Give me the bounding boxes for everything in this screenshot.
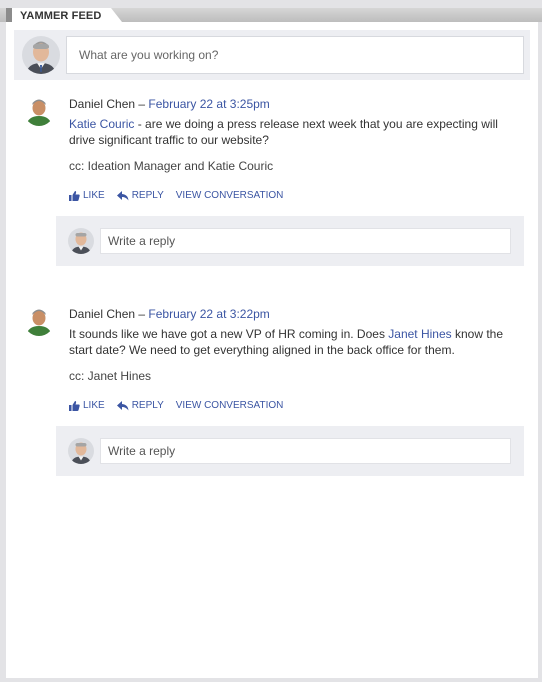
view-conversation-label: VIEW CONVERSATION <box>175 190 284 201</box>
feed-title: YAMMER FEED <box>20 10 102 22</box>
post-message: Katie Couric - are we doing a press rele… <box>69 116 519 148</box>
author-line: Daniel Chen – February 22 at 3:22pm <box>69 306 519 322</box>
reply-box: Write a reply <box>56 426 524 476</box>
reply-input[interactable]: Write a reply <box>100 438 511 464</box>
view-conversation-link[interactable]: VIEW CONVERSATION <box>176 188 284 204</box>
like-button[interactable]: LIKE <box>69 188 105 204</box>
reply-label: REPLY <box>131 400 164 411</box>
cc-line: cc: Ideation Manager and Katie Couric <box>69 159 274 173</box>
reply-arrow-icon <box>116 401 129 411</box>
post-actions: LIKE REPLY VIEW CONVERSATION <box>69 398 519 414</box>
reply-label: REPLY <box>131 190 164 201</box>
view-conversation-link[interactable]: VIEW CONVERSATION <box>176 398 284 414</box>
composer: What are you working on? <box>14 30 530 80</box>
cc-line: cc: Janet Hines <box>69 369 152 383</box>
like-label: LIKE <box>83 190 105 201</box>
like-label: LIKE <box>83 400 105 411</box>
reply-button[interactable]: REPLY <box>116 188 164 204</box>
message-text: - are we doing a press release next week… <box>69 117 498 147</box>
author-line: Daniel Chen – February 22 at 3:25pm <box>69 96 519 112</box>
author-avatar[interactable] <box>24 96 54 126</box>
separator: – <box>135 97 149 111</box>
thumbs-up-icon <box>69 191 80 201</box>
post-actions: LIKE REPLY VIEW CONVERSATION <box>69 188 519 204</box>
post-body: Daniel Chen – February 22 at 3:25pm Kati… <box>69 96 519 204</box>
reply-input[interactable]: Write a reply <box>100 228 511 254</box>
author-name[interactable]: Daniel Chen <box>69 97 135 111</box>
message-text: It sounds like we have got a new VP of H… <box>69 327 389 341</box>
reply-button[interactable]: REPLY <box>116 398 164 414</box>
reply-box: Write a reply <box>56 216 524 266</box>
post-timestamp[interactable]: February 22 at 3:22pm <box>148 307 269 321</box>
separator: – <box>135 307 149 321</box>
author-avatar[interactable] <box>24 306 54 336</box>
post-message: It sounds like we have got a new VP of H… <box>69 326 519 358</box>
reply-user-avatar <box>68 438 94 464</box>
thumbs-up-icon <box>69 401 80 411</box>
view-conversation-label: VIEW CONVERSATION <box>175 400 284 411</box>
post-body: Daniel Chen – February 22 at 3:22pm It s… <box>69 306 519 414</box>
mention-link[interactable]: Janet Hines <box>388 327 451 341</box>
mention-link[interactable]: Katie Couric <box>69 117 134 131</box>
author-name[interactable]: Daniel Chen <box>69 307 135 321</box>
current-user-avatar[interactable] <box>22 36 60 74</box>
header-notch <box>6 8 12 22</box>
composer-input[interactable]: What are you working on? <box>66 36 524 74</box>
reply-user-avatar <box>68 228 94 254</box>
reply-arrow-icon <box>116 191 129 201</box>
post-timestamp[interactable]: February 22 at 3:25pm <box>148 97 269 111</box>
like-button[interactable]: LIKE <box>69 398 105 414</box>
